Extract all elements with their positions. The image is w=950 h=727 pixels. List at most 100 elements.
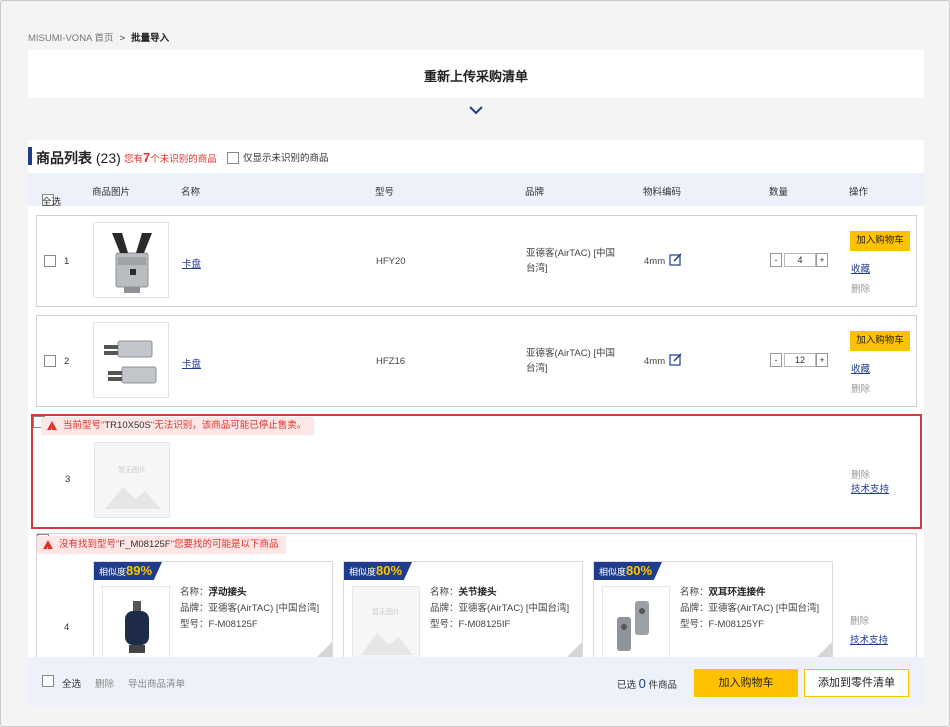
suggestion-image[interactable] — [102, 586, 170, 658]
breadcrumb-home[interactable]: MISUMI-VONA 首页 — [28, 33, 114, 44]
row-checkbox[interactable] — [44, 255, 56, 267]
suggest-msg-pre: 没有找到型号" — [59, 539, 120, 550]
suggestion-name[interactable]: 双耳环连接件 — [709, 587, 766, 598]
edit-icon[interactable] — [669, 253, 682, 266]
footer-select-all-checkbox[interactable] — [42, 675, 54, 687]
suggestion-brand: 亚德客(AirTAC) [中国台湾] — [708, 603, 820, 614]
floating-joint-image — [125, 601, 149, 653]
selected-post: 件商品 — [648, 680, 678, 691]
only-unrecognized-checkbox[interactable] — [227, 152, 239, 165]
error-msg-post: "无法识别，该商品可能已停止售卖。 — [150, 420, 307, 431]
col-brand: 品牌 — [525, 187, 545, 198]
suggestion-name[interactable]: 关节接头 — [459, 587, 497, 598]
product-image[interactable] — [93, 222, 169, 298]
page-frame: MISUMI-VONA 首页 > 批量导入 重新上传采购清单 商品列表 (23) 您… — [0, 0, 950, 727]
export-list-link[interactable]: 导出商品清单 — [128, 676, 185, 690]
delete-link[interactable]: 删除 — [851, 381, 870, 395]
similarity-value: 80% — [626, 563, 653, 578]
row-number: 4 — [64, 622, 70, 633]
favorite-link[interactable]: 收藏 — [851, 361, 870, 375]
model-label: 型号： — [430, 619, 459, 630]
similarity-label: 相似度 — [599, 567, 627, 577]
tech-support-link[interactable]: 技术支持 — [851, 481, 889, 495]
col-name: 名称 — [181, 187, 201, 198]
favorite-link[interactable]: 收藏 — [851, 261, 870, 275]
gripper-image — [112, 233, 152, 293]
qty-minus-button[interactable]: - — [770, 353, 782, 367]
list-count: (23) — [95, 150, 121, 166]
edit-icon[interactable] — [669, 353, 682, 366]
suggestion-card[interactable]: 相似度89% 名称：浮动接头 品牌：亚德客(AirTAC) [中国台湾] 型号：… — [93, 561, 333, 658]
list-title-text: 商品列表 — [36, 150, 92, 166]
name-label: 名称： — [680, 587, 709, 598]
error-model: TR10X50S — [104, 420, 151, 431]
only-unrecognized-toggle[interactable]: 仅显示未识别的商品 — [227, 150, 329, 165]
upload-expand-bar[interactable] — [28, 98, 924, 126]
suggestion-info: 名称：关节接头 品牌：亚德客(AirTAC) [中国台湾] 型号：F-M0812… — [430, 585, 569, 633]
qty-value[interactable]: 4 — [784, 253, 816, 267]
footer-add-to-cart-button[interactable]: 加入购物车 — [694, 669, 798, 697]
product-list-panel: 商品列表 (23) 您有7个未识别的商品 仅显示未识别的商品 全选 商品图片 名… — [28, 140, 924, 658]
suggestion-model: F-M08125IF — [458, 619, 511, 630]
table-row: 2 卡盘 HFZ16 亚德客(AirTAC) [中国台湾] 4mm - 12 + — [36, 315, 917, 407]
product-model: HFY20 — [376, 256, 406, 267]
selected-count: 0 — [638, 676, 646, 691]
delete-link[interactable]: 删除 — [851, 281, 870, 295]
qty-minus-button[interactable]: - — [770, 253, 782, 267]
row-number: 1 — [64, 256, 70, 267]
brand-label: 品牌： — [680, 603, 709, 614]
breadcrumb-current: 批量导入 — [131, 33, 170, 44]
product-name-link[interactable]: 卡盘 — [182, 256, 201, 270]
suggest-msg-post: "您要找的可能是以下商品 — [170, 539, 279, 550]
add-to-cart-button[interactable]: 加入购物车 — [850, 231, 910, 251]
brand-label: 品牌： — [430, 603, 459, 614]
chevron-down-icon[interactable] — [469, 103, 483, 117]
upload-panel: 重新上传采购清单 — [28, 50, 924, 126]
product-image[interactable] — [93, 322, 169, 398]
upload-title: 重新上传采购清单 — [423, 69, 528, 84]
footer-delete-link[interactable]: 删除 — [95, 676, 114, 690]
qty-value[interactable]: 12 — [784, 353, 816, 367]
delete-link[interactable]: 删除 — [851, 467, 870, 481]
breadcrumb: MISUMI-VONA 首页 > 批量导入 — [28, 30, 169, 44]
material-code: 4mm — [644, 256, 666, 267]
suggestion-brand: 亚德客(AirTAC) [中国台湾] — [458, 603, 570, 614]
similarity-label: 相似度 — [99, 567, 127, 577]
table-row: 1 卡盘 HFY20 亚德客(AirTAC) [中国台湾] 4mm - 4 + — [36, 215, 917, 307]
delete-link[interactable]: 删除 — [850, 613, 869, 627]
product-brand: 亚德客(AirTAC) [中国台湾] — [526, 348, 616, 374]
suggestion-image[interactable] — [602, 586, 670, 658]
product-name-link[interactable]: 卡盘 — [182, 356, 201, 370]
col-model: 型号 — [375, 187, 395, 198]
suggestion-name[interactable]: 浮动接头 — [209, 587, 247, 598]
suggestion-card[interactable]: 相似度80% 暂无图片 名称：关节接头 品牌：亚德客(AirTAC) [中国台湾… — [343, 561, 583, 658]
tech-support-link[interactable]: 技术支持 — [850, 632, 888, 646]
qty-plus-button[interactable]: + — [816, 353, 828, 367]
product-model: HFZ16 — [376, 356, 406, 367]
suggestion-message: ! 没有找到型号"F_M08125F"您要找的可能是以下商品 — [37, 536, 287, 554]
footer-bar: 全选 删除 导出商品清单 已选 0 件商品 加入购物车 添加到零件清单 — [28, 657, 924, 706]
suggestion-brand: 亚德客(AirTAC) [中国台湾] — [208, 603, 320, 614]
suggestion-row: ! 没有找到型号"F_M08125F"您要找的可能是以下商品 4 相似度89% … — [36, 533, 917, 658]
warning-icon-mark: ! — [50, 429, 53, 435]
suggestion-card[interactable]: 相似度80% 名称：双耳环连接件 品牌：亚德客(AirTAC) [中国台湾] 型… — [593, 561, 833, 658]
brand-label: 品牌： — [180, 603, 209, 614]
model-label: 型号： — [180, 619, 209, 630]
error-message: ! 当前型号"TR10X50S"无法识别，该商品可能已停止售卖。 — [41, 417, 315, 435]
clevis-image — [617, 601, 649, 651]
only-unrecognized-label: 仅显示未识别的商品 — [243, 153, 329, 164]
selected-pre: 已选 — [617, 680, 637, 691]
list-title: 商品列表 (23) — [36, 148, 121, 168]
row-number: 3 — [65, 474, 71, 485]
row-checkbox[interactable] — [44, 355, 56, 367]
product-brand: 亚德客(AirTAC) [中国台湾] — [526, 248, 616, 274]
image-placeholder-icon — [361, 633, 413, 655]
suggestion-image[interactable]: 暂无图片 — [352, 586, 420, 658]
qty-plus-button[interactable]: + — [816, 253, 828, 267]
card-corner-mark — [316, 642, 332, 658]
similarity-value: 80% — [376, 563, 403, 578]
footer-select-all-label[interactable]: 全选 — [62, 676, 81, 690]
add-to-cart-button[interactable]: 加入购物车 — [850, 331, 910, 351]
add-to-parts-list-button[interactable]: 添加到零件清单 — [804, 669, 909, 697]
model-label: 型号： — [680, 619, 709, 630]
